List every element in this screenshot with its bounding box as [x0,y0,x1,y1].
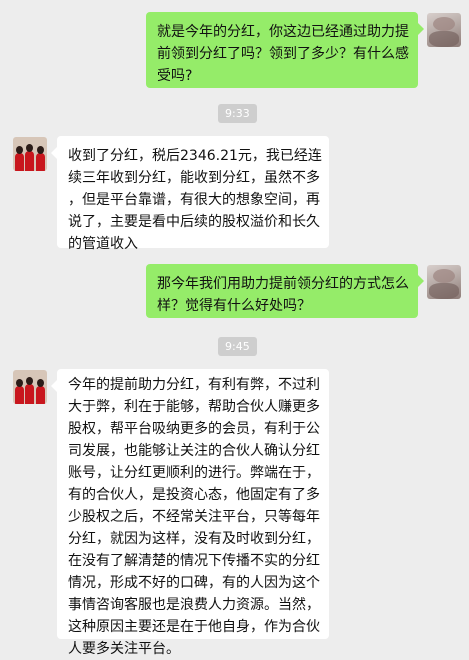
message-text-line: 这种原因主要还是在于他自身，作为合伙 [68,619,320,635]
message-text-line: 说了，主要是看中后续的股权溢价和长久 [68,214,320,230]
message-text-line: 在没有了解清楚的情况下传播不实的分红 [68,553,320,569]
message-text-line: 司发展，也能够让关注的合伙人确认分红 [68,443,320,459]
message-text-line: 前领到分红了吗？领到了多少？有什么感 [157,46,409,62]
contact-avatar[interactable] [13,370,47,404]
message-text-line: 少股权之后，不经常关注平台，只等每年 [68,509,320,525]
message-text-line: 账号，让分红更顺利的进行。弊端在于， [68,465,320,481]
message-text-line: 续三年收到分红，能收到分红，虽然不多 [68,170,320,186]
message-bubble-received[interactable]: 今年的提前助力分红，有利有弊，不过利 大于弊，利在于能够，帮助合伙人赚更多 股权… [57,369,329,657]
message-text-line: 收到了分红，税后2346.21元，我已经连 [68,148,322,164]
message-bubble-sent[interactable]: 就是今年的分红，你这边已经通过助力提 前领到分红了吗？领到了多少？有什么感 受吗… [146,12,418,88]
bubble-tail [418,275,424,287]
contact-avatar[interactable] [13,137,47,171]
message-bubble-sent[interactable]: 那今年我们用助力提前领分红的方式怎么 样？觉得有什么好处吗？ [146,264,418,318]
message-text-line: 大于弊，利在于能够，帮助合伙人赚更多 [68,399,320,415]
message-text-line: 情况，形成不好的口碑，有的人因为这个 [68,575,320,591]
message-text-line: 今年的提前助力分红，有利有弊，不过利 [68,377,320,393]
message-text-line: 样？觉得有什么好处吗？ [157,298,311,314]
message-text-line: 那今年我们用助力提前领分红的方式怎么 [157,276,409,292]
message-bubble-received[interactable]: 收到了分红，税后2346.21元，我已经连 续三年收到分红，能收到分红，虽然不多… [57,136,329,252]
timestamp: 9:33 [218,104,257,123]
user-avatar[interactable] [427,13,461,47]
message-text-line: ，但是平台靠谱，有很大的想象空间，再 [68,192,320,208]
message-text-line: 股权，帮平台吸纳更多的会员，有利于公 [68,421,320,437]
message-text-line: 的管道收入 [68,236,138,252]
user-avatar[interactable] [427,265,461,299]
message-text-line: 受吗? [157,68,193,84]
timestamp: 9:45 [218,337,257,356]
message-text-line: 就是今年的分红，你这边已经通过助力提 [157,24,409,40]
message-text-line: 事情咨询客服也是浪费人力资源。当然， [68,597,320,613]
bubble-tail [418,23,424,35]
message-text-line: 分红，就因为这样，没有及时收到分红， [68,531,320,547]
message-text-line: 人要多关注平台。 [68,641,180,657]
message-text-line: 有的合伙人，是投资心态，他固定有了多 [68,487,320,503]
